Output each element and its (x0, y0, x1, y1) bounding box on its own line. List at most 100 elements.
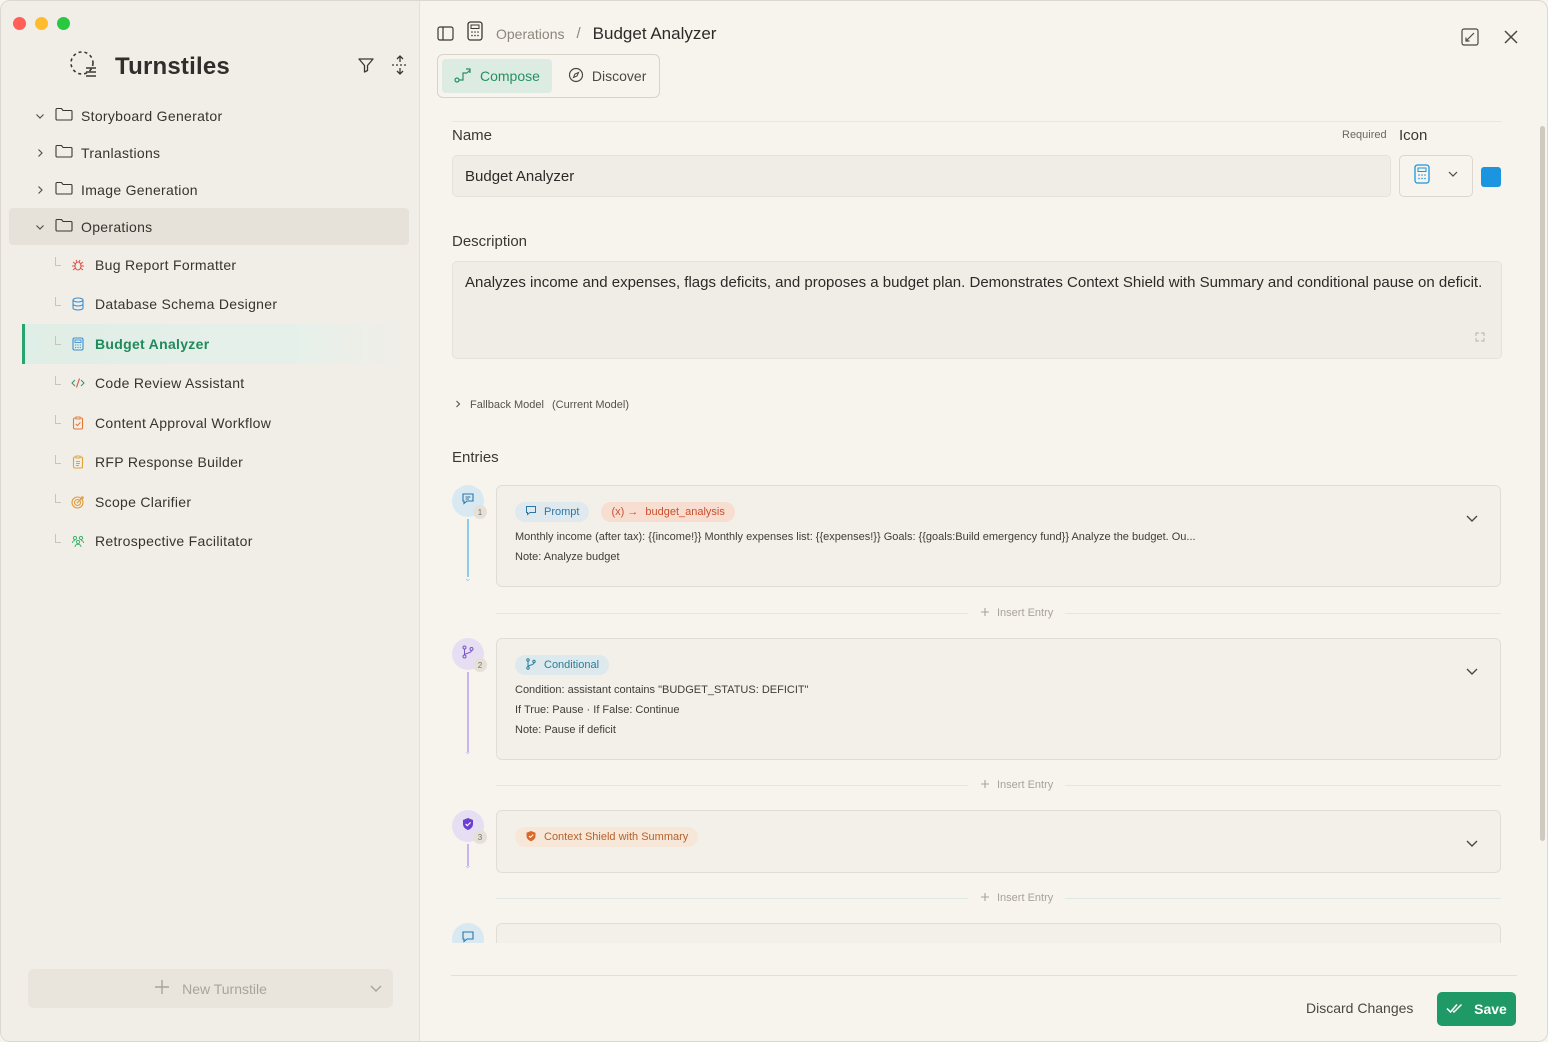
tab-label: Compose (480, 68, 540, 84)
fallback-value: (Current Model) (551, 399, 630, 411)
divider (452, 121, 1502, 122)
clipboard-check-icon (71, 416, 85, 430)
folder-label: Image Generation (81, 181, 198, 198)
insert-entry-button[interactable]: Insert Entry (968, 889, 1066, 907)
folder-icon (55, 218, 73, 235)
app-window: Turnstiles Storyboard Generator Tranlast… (0, 0, 1548, 1042)
entry-note: Note: Analyze budget (515, 551, 620, 563)
required-label: Required (1342, 129, 1387, 141)
main-panel: Operations / Budget Analyzer Compose Dis… (421, 1, 1547, 1041)
sidebar-item-content-approval-workflow[interactable]: Content Approval Workflow (9, 403, 409, 443)
tab-discover[interactable]: Discover (556, 59, 658, 93)
fallback-model-toggle[interactable]: Fallback Model (Current Model) (454, 399, 629, 411)
close-icon[interactable] (1503, 28, 1519, 46)
sidebar-item-label: Scope Clarifier (95, 493, 192, 510)
chevron-right-icon[interactable] (33, 185, 47, 195)
insert-divider: Insert Entry (496, 604, 1501, 622)
folder-label: Storyboard Generator (81, 107, 223, 124)
expand-collapse-icon[interactable] (391, 55, 409, 75)
close-window-button[interactable] (13, 17, 26, 30)
sidebar-item-label: Database Schema Designer (95, 296, 278, 313)
filter-icon[interactable] (357, 55, 375, 75)
expand-icon[interactable] (1475, 326, 1485, 350)
entry-card[interactable]: Context Shield with Summary (496, 810, 1501, 873)
calculator-icon (466, 21, 484, 46)
chevron-right-icon[interactable] (33, 148, 47, 158)
minimize-window-button[interactable] (35, 17, 48, 30)
entry-card[interactable]: Conditional Condition: assistant contain… (496, 638, 1501, 760)
insert-divider: Insert Entry (496, 889, 1501, 907)
sidebar-item-budget-analyzer[interactable]: Budget Analyzer (22, 324, 409, 364)
footer-bar (421, 943, 1547, 1041)
folder-icon (55, 107, 73, 124)
sidebar-item-label: Retrospective Facilitator (95, 533, 253, 550)
sidebar-item-scope-clarifier[interactable]: Scope Clarifier (9, 482, 409, 522)
scrollbar[interactable] (1540, 126, 1545, 841)
sidebar-item-bug-report-formatter[interactable]: Bug Report Formatter (9, 245, 409, 285)
entry-context-shield: 3 ⌄ Context Shield with Summary (452, 810, 1502, 873)
icon-color-swatch[interactable] (1481, 167, 1501, 187)
sidebar-item-retrospective-facilitator[interactable]: Retrospective Facilitator (9, 522, 409, 562)
insert-entry-button[interactable]: Insert Entry (968, 776, 1066, 794)
tab-compose[interactable]: Compose (442, 59, 552, 93)
sidebar-item-code-review-assistant[interactable]: Code Review Assistant (9, 364, 409, 404)
chevron-down-icon[interactable] (33, 111, 47, 121)
folder-label: Operations (81, 218, 153, 235)
chevron-down-icon[interactable] (369, 981, 383, 998)
name-input[interactable]: Budget Analyzer (452, 155, 1391, 197)
sidebar: Turnstiles Storyboard Generator Tranlast… (1, 1, 420, 1041)
sidebar-item-rfp-response-builder[interactable]: RFP Response Builder (9, 443, 409, 483)
chevron-down-icon (1447, 167, 1459, 185)
chevron-down-icon[interactable] (1464, 663, 1480, 684)
chevron-down-icon[interactable] (1464, 835, 1480, 856)
database-icon (71, 297, 85, 311)
shield-icon (525, 830, 537, 845)
bug-icon (71, 258, 85, 272)
collapse-panel-icon[interactable] (1461, 28, 1479, 46)
description-label: Description (452, 233, 528, 250)
entry-prompt-text: Monthly income (after tax): {{income!}} … (515, 531, 1196, 543)
name-input-value: Budget Analyzer (465, 167, 575, 185)
folder-image-generation[interactable]: Image Generation (9, 171, 409, 208)
turnstile-tree: Storyboard Generator Tranlastions Image … (9, 97, 409, 561)
chevron-down-icon[interactable] (33, 222, 47, 232)
plus-icon (980, 892, 990, 905)
output-variable-chip: (x) → budget_analysis (601, 502, 735, 522)
calculator-icon (71, 337, 85, 351)
sidebar-item-label: Budget Analyzer (95, 335, 210, 352)
breadcrumb: Operations / Budget Analyzer (437, 21, 716, 46)
zoom-window-button[interactable] (57, 17, 70, 30)
icon-label: Icon (1399, 127, 1428, 144)
folder-storyboard-generator[interactable]: Storyboard Generator (9, 97, 409, 134)
folder-tranlastions[interactable]: Tranlastions (9, 134, 409, 171)
folder-label: Tranlastions (81, 144, 161, 161)
save-button[interactable]: Save (1437, 992, 1516, 1026)
description-field[interactable]: Analyzes income and expenses, flags defi… (452, 261, 1502, 359)
context-shield-chip: Context Shield with Summary (515, 827, 699, 847)
insert-entry-button[interactable]: Insert Entry (968, 604, 1066, 622)
discard-changes-button[interactable]: Discard Changes (1306, 1000, 1413, 1016)
code-icon (71, 376, 85, 390)
new-turnstile-button[interactable]: New Turnstile (28, 969, 393, 1008)
save-label: Save (1474, 1001, 1507, 1017)
entry-card[interactable]: Prompt (x) → budget_analysis Monthly inc… (496, 485, 1501, 587)
footer-divider (451, 975, 1517, 976)
icon-picker[interactable] (1399, 155, 1473, 197)
sidebar-toggle-icon[interactable] (437, 26, 454, 41)
sidebar-item-database-schema-designer[interactable]: Database Schema Designer (9, 285, 409, 325)
sidebar-item-label: RFP Response Builder (95, 454, 244, 471)
chevron-down-icon[interactable] (1464, 510, 1480, 531)
breadcrumb-parent[interactable]: Operations (496, 26, 564, 42)
entry-conditional: 2 ⌄ Conditional Condition: assistant con… (452, 638, 1502, 760)
people-icon (71, 534, 85, 548)
arrow-down-icon: ⌄ (464, 573, 472, 583)
turnstiles-logo-icon (69, 49, 99, 84)
folder-operations[interactable]: Operations (9, 208, 409, 245)
breadcrumb-separator: / (576, 25, 581, 42)
folder-icon (55, 144, 73, 161)
plus-icon (154, 979, 170, 998)
panel-actions (1461, 28, 1519, 46)
chevron-right-icon (454, 399, 462, 411)
entry-prompt: 1 ⌄ Prompt (x) → budget_analysis Monthly… (452, 485, 1502, 587)
arrow-down-icon: ⌄ (464, 746, 472, 756)
